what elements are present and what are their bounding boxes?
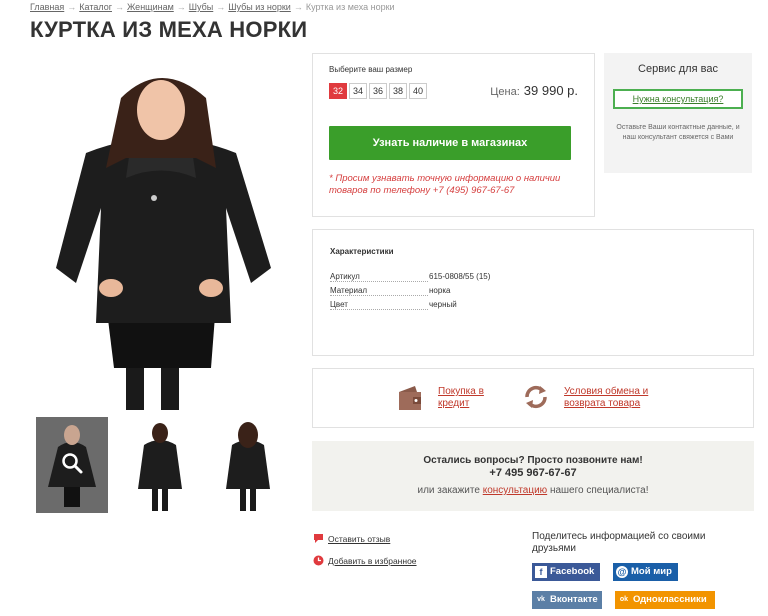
wallet-icon	[399, 386, 421, 410]
characteristic-value: черный	[429, 300, 457, 309]
characteristic-row: Цвет черный	[330, 296, 490, 310]
comment-icon	[314, 534, 323, 543]
moimir-share-button[interactable]: @ Мой мир	[613, 563, 678, 581]
odnoklassniki-label: Одноклассники	[633, 594, 707, 605]
size-option-34[interactable]: 34	[349, 83, 367, 99]
vkontakte-share-button[interactable]: vk Вконтакте	[532, 591, 602, 609]
breadcrumb-separator: →	[114, 2, 124, 12]
moimir-icon: @	[616, 566, 628, 578]
exchange-return-link[interactable]: Условия обмена и возврата товара	[564, 386, 684, 410]
price-label: Цена:	[490, 86, 520, 98]
thumbnail-image	[124, 417, 196, 513]
characteristic-value: 615-0808/55 (15)	[429, 272, 491, 281]
breadcrumb-link-furs[interactable]: Шубы	[189, 2, 213, 12]
breadcrumb-separator: →	[293, 2, 303, 12]
odnoklassniki-share-button[interactable]: ok Одноклассники	[615, 591, 715, 609]
availability-note: * Просим узнавать точную информацию о на…	[329, 173, 579, 197]
breadcrumb: Главная → Каталог → Женщинам → Шубы → Шубы из но…	[30, 2, 395, 12]
note-asterisk: *	[329, 173, 333, 184]
size-option-40[interactable]: 40	[409, 83, 427, 99]
facebook-label: Facebook	[550, 566, 595, 577]
size-label: Выберите ваш размер	[329, 65, 413, 74]
call-heading: Остались вопросы? Просто позвоните нам!	[423, 455, 643, 466]
characteristics-panel: Характеристики Артикул 615-0808/55 (15) …	[312, 229, 754, 356]
size-option-36[interactable]: 36	[369, 83, 387, 99]
call-consultation-text: или закажите консультацию нашего специал…	[312, 485, 754, 496]
magnifier-icon[interactable]	[60, 451, 84, 475]
breadcrumb-separator: →	[216, 2, 226, 12]
odnoklassniki-icon: ok	[619, 596, 629, 603]
consultation-button[interactable]: Нужна консультация?	[613, 89, 743, 109]
note-text: Просим узнавать точную информацию о нали…	[329, 173, 561, 196]
exchange-icon	[525, 385, 547, 409]
vk-icon: vk	[537, 596, 545, 603]
share-title: Поделитесь информацией со своими друзьям…	[532, 531, 706, 554]
main-product-photo[interactable]	[36, 58, 286, 410]
facebook-share-button[interactable]: f Facebook	[532, 563, 600, 581]
characteristic-row: Материал норка	[330, 282, 490, 296]
thumbnail-3[interactable]	[212, 417, 284, 513]
size-price-panel: Выберите ваш размер 32 34 36 38 40 Цена:…	[312, 53, 595, 217]
call-text-prefix: или закажите	[417, 485, 480, 496]
thumbnail-1[interactable]	[36, 417, 108, 513]
service-panel: Сервис для вас Нужна консультация? Остав…	[604, 53, 752, 173]
call-us-panel: Остались вопросы? Просто позвоните нам! …	[312, 441, 754, 511]
size-option-32[interactable]: 32	[329, 83, 347, 99]
check-availability-button[interactable]: Узнать наличие в магазинах	[329, 126, 571, 160]
consultation-link[interactable]: консультацию	[483, 485, 547, 496]
size-selector: 32 34 36 38 40	[329, 83, 427, 99]
credit-purchase-link[interactable]: Покупка в кредит	[438, 386, 498, 410]
vkontakte-label: Вконтакте	[550, 594, 598, 605]
service-text: Оставьте Ваши контактные данные, и наш к…	[616, 124, 740, 141]
breadcrumb-current: Куртка из меха норки	[305, 2, 395, 12]
service-title: Сервис для вас	[638, 63, 718, 75]
price-value: 39 990 р.	[523, 83, 578, 98]
purchase-links-panel: Покупка в кредит Условия обмена и возвра…	[312, 368, 754, 428]
size-option-38[interactable]: 38	[389, 83, 407, 99]
breadcrumb-separator: →	[176, 2, 186, 12]
add-to-favorites-label: Добавить в избранное	[328, 555, 417, 566]
breadcrumb-link-catalog[interactable]: Каталог	[79, 2, 112, 12]
facebook-icon: f	[535, 566, 547, 578]
breadcrumb-separator: →	[67, 2, 77, 12]
page-title: КУРТКА ИЗ МЕХА НОРКИ	[30, 17, 308, 42]
characteristics-title: Характеристики	[330, 247, 394, 256]
call-text-suffix: нашего специалиста!	[549, 485, 649, 496]
breadcrumb-link-women[interactable]: Женщинам	[127, 2, 174, 12]
characteristics-list: Артикул 615-0808/55 (15) Материал норка …	[330, 268, 490, 310]
breadcrumb-link-home[interactable]: Главная	[30, 2, 64, 12]
characteristic-key: Материал	[330, 286, 428, 296]
price: Цена: 39 990 р.	[490, 83, 578, 98]
add-to-favorites-link[interactable]: Добавить в избранное	[313, 555, 417, 566]
call-phone: +7 495 967-67-67	[489, 467, 577, 479]
characteristic-key: Цвет	[330, 300, 428, 310]
thumbnail-2[interactable]	[124, 417, 196, 513]
breadcrumb-link-mink-furs[interactable]: Шубы из норки	[228, 2, 291, 12]
thumbnail-image	[212, 417, 284, 513]
moimir-label: Мой мир	[631, 566, 672, 577]
favorite-icon	[313, 555, 324, 566]
leave-review-label: Оставить отзыв	[328, 533, 391, 544]
characteristic-row: Артикул 615-0808/55 (15)	[330, 268, 490, 282]
characteristic-value: норка	[429, 286, 451, 295]
characteristic-key: Артикул	[330, 272, 428, 282]
leave-review-link[interactable]: Оставить отзыв	[313, 533, 390, 544]
